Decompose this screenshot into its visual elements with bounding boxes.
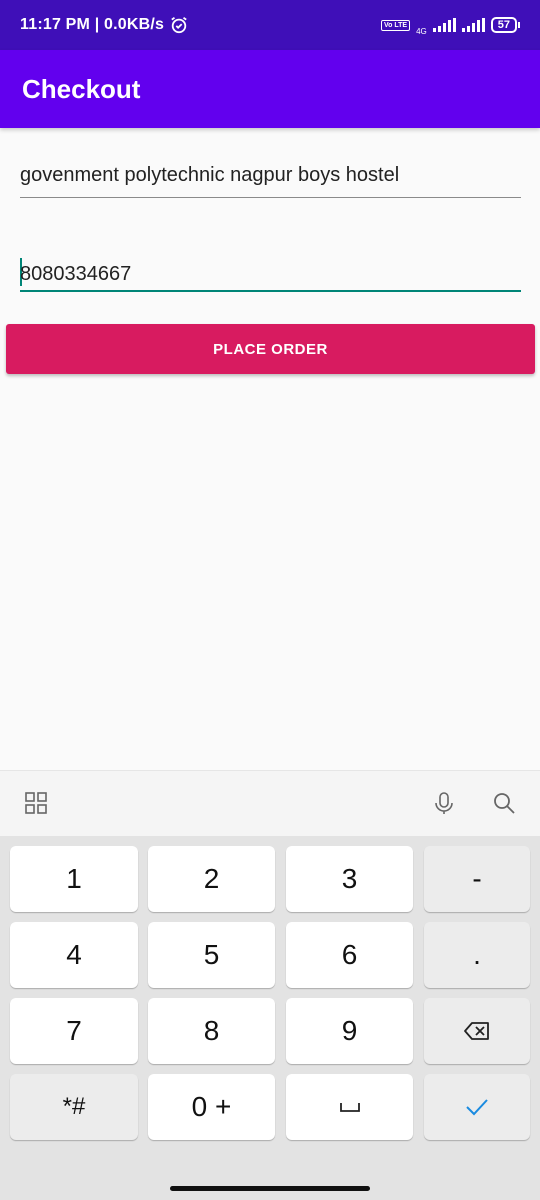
key-1[interactable]: 1 (10, 846, 138, 912)
page-title: Checkout (22, 73, 141, 104)
signal-icon-2 (461, 18, 485, 32)
key-3[interactable]: 3 (286, 846, 413, 912)
phone-value: 8080334667 (20, 263, 132, 285)
status-icons: Vo LTE 4G 57 (381, 15, 520, 36)
key-dot[interactable]: . (424, 922, 530, 988)
key-dash[interactable]: - (424, 846, 530, 912)
key-9[interactable]: 9 (286, 998, 413, 1064)
key-6[interactable]: 6 (286, 922, 413, 988)
key-backspace[interactable] (424, 998, 530, 1064)
microphone-icon[interactable] (432, 791, 456, 815)
phone-field[interactable]: 8080334667 (20, 252, 521, 292)
battery-level: 57 (490, 17, 517, 33)
checkmark-icon (466, 1099, 488, 1116)
home-indicator[interactable] (170, 1186, 370, 1191)
address-value: govenment polytechnic nagpur boys hostel (20, 164, 400, 186)
battery-icon: 57 (490, 17, 520, 33)
status-bar: 11:17 PM | 0.0KB/s Vo LTE 4G 57 (0, 0, 540, 50)
search-icon[interactable] (492, 791, 516, 815)
key-2[interactable]: 2 (148, 846, 275, 912)
key-8[interactable]: 8 (148, 998, 275, 1064)
key-5[interactable]: 5 (148, 922, 275, 988)
key-7[interactable]: 7 (10, 998, 138, 1064)
key-0-plus[interactable]: 0 + (148, 1074, 275, 1140)
app-bar: Checkout (0, 50, 540, 128)
key-done[interactable] (424, 1074, 530, 1140)
key-space[interactable] (286, 1074, 413, 1140)
status-time-speed: 11:17 PM | 0.0KB/s (20, 16, 165, 33)
backspace-icon (464, 1022, 489, 1040)
key-4[interactable]: 4 (10, 922, 138, 988)
space-icon (339, 1103, 360, 1112)
alarm-icon (171, 17, 187, 34)
key-star-hash[interactable]: *# (10, 1074, 138, 1140)
signal-icon (432, 18, 456, 32)
numeric-keyboard: 1 2 3 - 4 5 6 . 7 8 9 *# 0 + (0, 836, 540, 1200)
grid-icon[interactable] (24, 791, 48, 815)
network-type: 4G (416, 26, 427, 36)
keyboard-toolbar (0, 770, 540, 836)
volte-badge: Vo LTE (381, 19, 411, 31)
address-field[interactable]: govenment polytechnic nagpur boys hostel (20, 158, 521, 198)
place-order-button[interactable]: PLACE ORDER (6, 324, 535, 374)
